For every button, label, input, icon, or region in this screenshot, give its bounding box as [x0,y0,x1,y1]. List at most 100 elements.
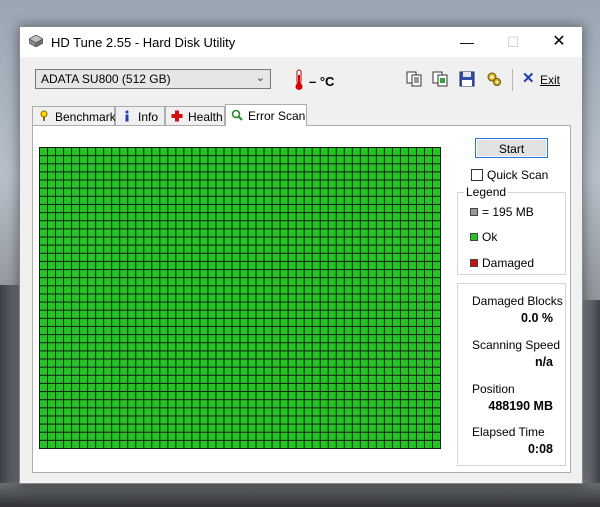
scan-block [408,286,416,294]
scan-block [104,424,112,432]
scan-block [344,383,352,392]
scan-block [96,416,104,424]
tab-benchmark[interactable]: Benchmark [32,106,116,125]
scan-block [96,383,104,392]
title-bar[interactable]: HD Tune 2.55 - Hard Disk Utility — ☐ ✕ [20,27,582,57]
scan-block [336,400,344,408]
scan-block [152,213,160,221]
scan-block [296,286,304,294]
scan-block [64,229,72,237]
scan-block [280,440,288,448]
scan-block [112,204,120,213]
scan-block [408,440,416,448]
scan-block [416,180,424,188]
options-icon[interactable] [485,70,503,88]
scan-block [288,188,296,196]
scan-block [88,310,96,318]
scan-block [160,221,168,229]
scan-block [400,383,408,392]
scan-block [72,156,80,164]
quick-scan-checkbox[interactable] [471,169,483,181]
scan-block [312,432,320,440]
start-button[interactable]: Start [475,138,548,158]
scan-block [336,359,344,367]
thermometer-icon [295,69,303,90]
scan-block [64,245,72,253]
scan-block [264,318,272,326]
scan-block [256,310,264,318]
scan-block [56,156,64,164]
scan-block [272,156,280,164]
scan-block [48,424,56,432]
scan-block [72,440,80,448]
scan-block [280,408,288,416]
scan-block [168,310,176,318]
scan-block [56,221,64,229]
tab-error-scan[interactable]: Error Scan [225,104,307,126]
scan-block [424,310,432,318]
scan-block [104,375,112,383]
scan-block [288,326,296,335]
scan-block [256,432,264,440]
scan-block [112,351,120,359]
scan-block [192,408,200,416]
scan-block [80,318,88,326]
copy-info-icon[interactable] [405,70,423,88]
scan-block [336,270,344,278]
scan-block [224,392,232,400]
scan-block [264,204,272,213]
scan-block [80,375,88,383]
scan-block [408,278,416,286]
scan-block [376,351,384,359]
scan-block [48,294,56,302]
save-icon[interactable] [458,70,476,88]
scan-block [136,156,144,164]
scan-block [304,440,312,448]
scan-block [296,400,304,408]
scan-block [296,221,304,229]
scan-block [128,270,136,278]
scan-block [104,302,112,310]
scan-block [88,270,96,278]
scan-block [184,400,192,408]
minimize-button[interactable]: — [444,27,490,57]
scan-block [368,440,376,448]
scan-block [400,148,408,156]
scan-block [200,318,208,326]
scan-block [312,367,320,375]
scan-block [88,180,96,188]
drive-select[interactable]: ADATA SU800 (512 GB) ⌄ [35,69,271,89]
scan-block [40,164,48,172]
scan-block [312,335,320,343]
scan-block [144,148,152,156]
scan-block [304,302,312,310]
scan-block [160,392,168,400]
scan-block [64,367,72,375]
tab-health[interactable]: Health [165,106,225,125]
scan-block [368,148,376,156]
close-button[interactable]: ✕ [536,27,582,57]
scan-block [432,270,440,278]
scan-block [240,343,248,351]
scan-block [296,367,304,375]
scan-block [328,253,336,261]
scan-block [400,172,408,180]
tab-info[interactable]: Info [115,106,165,125]
scan-block [392,213,400,221]
scan-block [368,400,376,408]
scan-block [232,261,240,270]
copy-screen-icon[interactable] [431,70,449,88]
scan-block [144,164,152,172]
scan-block [152,286,160,294]
scan-block [48,229,56,237]
scan-block [240,432,248,440]
scan-block [264,148,272,156]
scan-block [352,188,360,196]
scan-block [160,351,168,359]
maximize-button[interactable]: ☐ [490,27,536,57]
scan-block [104,156,112,164]
scan-block [320,400,328,408]
scan-block [272,180,280,188]
scan-block [200,335,208,343]
scan-block [312,408,320,416]
